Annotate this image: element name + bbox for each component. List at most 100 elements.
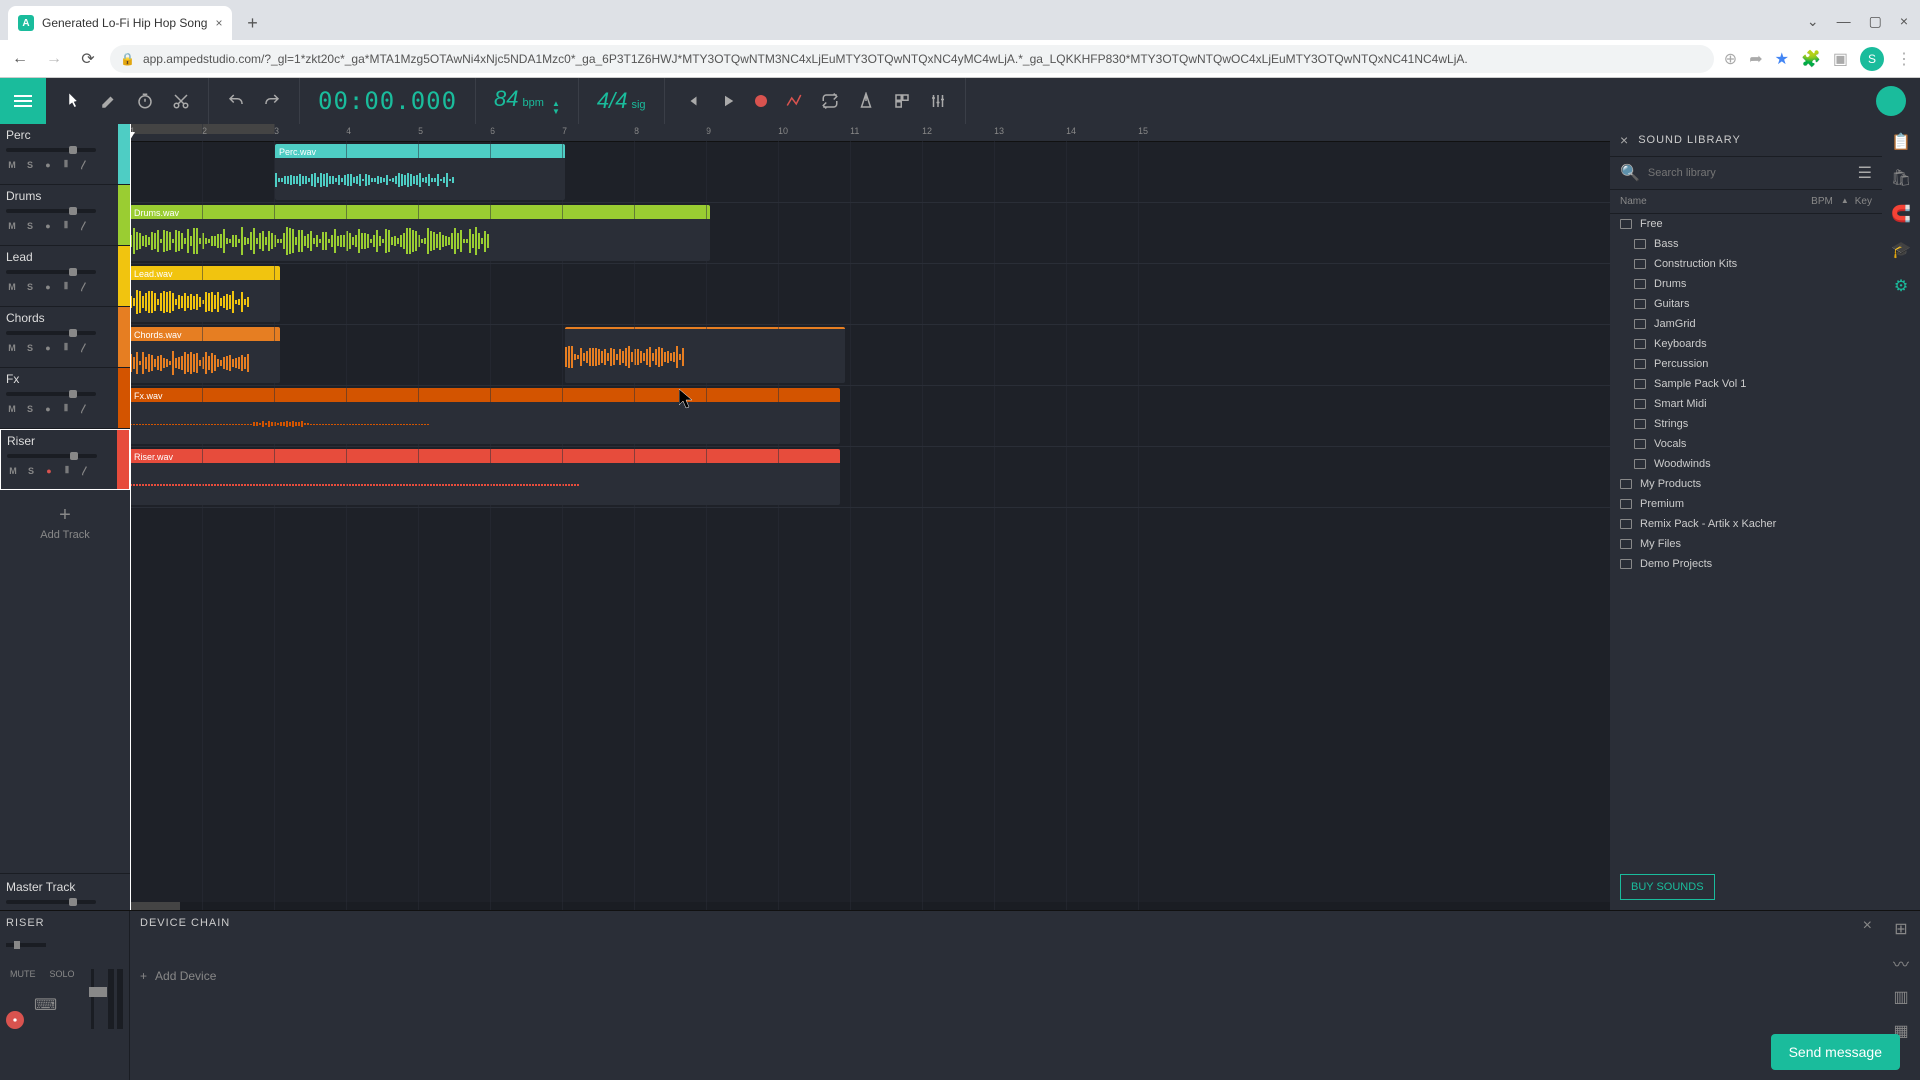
eq-icon[interactable]: ⦀ [60, 403, 72, 414]
automation-icon[interactable]: 〳 [78, 402, 90, 415]
track-header[interactable]: Riser M S ● ⦀ 〳 [0, 429, 130, 490]
arm-button[interactable]: ● [42, 160, 54, 170]
eq-icon[interactable]: ⦀ [60, 281, 72, 292]
bpm-control[interactable]: 84 bpm ▲▼ [494, 86, 560, 116]
audio-clip[interactable]: Perc.wav [275, 144, 565, 200]
mute-button[interactable]: M [6, 404, 18, 414]
redo-icon[interactable] [263, 92, 281, 110]
library-folder-item[interactable]: Bass [1610, 234, 1882, 254]
column-bpm[interactable]: BPM [1811, 196, 1833, 207]
waveform-view-icon[interactable]: 〰 [1891, 953, 1911, 973]
library-folder-item[interactable]: Keyboards [1610, 334, 1882, 354]
eq-icon[interactable]: ⦀ [60, 342, 72, 353]
library-folder-item[interactable]: Drums [1610, 274, 1882, 294]
track-lane[interactable]: Riser.wav [130, 447, 1610, 508]
eq-icon[interactable]: ⦀ [60, 220, 72, 231]
new-tab-button[interactable]: + [238, 9, 266, 37]
arm-button[interactable]: ● [42, 404, 54, 414]
time-signature-control[interactable]: 4/4 sig [597, 88, 646, 114]
library-folder-item[interactable]: Demo Projects [1610, 554, 1882, 574]
track-header[interactable]: Drums M S ● ⦀ 〳 [0, 185, 130, 246]
track-header[interactable]: Chords M S ● ⦀ 〳 [0, 307, 130, 368]
audio-clip[interactable]: Fx.wav [130, 388, 840, 444]
shop-icon[interactable]: 🛍 [1891, 168, 1911, 188]
audio-clip[interactable]: Drums.wav [130, 205, 710, 261]
mixer-icon[interactable] [929, 92, 947, 110]
library-folder-item[interactable]: Woodwinds [1610, 454, 1882, 474]
audio-clip[interactable]: Lead.wav [130, 266, 280, 322]
add-device-button[interactable]: + Add Device [140, 969, 1872, 983]
user-avatar[interactable] [1876, 86, 1906, 116]
grid-view-icon[interactable]: ⊞ [1891, 919, 1911, 939]
piano-icon[interactable]: ⌨ [34, 995, 57, 1029]
library-folder-item[interactable]: Strings [1610, 414, 1882, 434]
loop-icon[interactable] [821, 92, 839, 110]
minimize-icon[interactable]: — [1837, 13, 1851, 30]
timecode-display[interactable]: 00:00.000 [318, 87, 457, 115]
solo-button[interactable]: S [24, 282, 36, 292]
library-folder-item[interactable]: Percussion [1610, 354, 1882, 374]
solo-button[interactable]: S [24, 221, 36, 231]
extensions-icon[interactable]: 🧩 [1801, 49, 1821, 69]
column-key[interactable]: Key [1855, 196, 1872, 207]
buy-sounds-button[interactable]: BUY SOUNDS [1620, 874, 1715, 900]
track-volume-slider[interactable] [6, 270, 96, 274]
menu-dots-icon[interactable]: ⋮ [1896, 49, 1912, 69]
track-lane[interactable]: Fx.wav [130, 386, 1610, 447]
scrollbar-thumb[interactable] [130, 902, 180, 910]
pointer-tool-icon[interactable] [64, 92, 82, 110]
magnet-icon[interactable]: 🧲 [1891, 204, 1911, 224]
track-volume-slider[interactable] [6, 331, 96, 335]
bpm-stepper-icon[interactable]: ▲▼ [552, 100, 560, 116]
track-header[interactable]: Perc M S ● ⦀ 〳 [0, 124, 130, 185]
solo-button[interactable]: S [24, 160, 36, 170]
metronome-icon[interactable] [857, 92, 875, 110]
mute-button[interactable]: M [6, 343, 18, 353]
send-message-button[interactable]: Send message [1771, 1034, 1900, 1070]
arrangement-view[interactable]: 123456789101112131415 Perc.wavDrums.wavL… [130, 124, 1610, 910]
arm-button[interactable]: ● [43, 466, 55, 476]
close-window-icon[interactable]: × [1900, 13, 1908, 30]
solo-button[interactable]: S [24, 404, 36, 414]
arm-button[interactable]: ● [42, 221, 54, 231]
eq-icon[interactable]: ⦀ [60, 159, 72, 170]
add-track-button[interactable]: +Add Track [0, 490, 130, 555]
arm-button[interactable]: ● [42, 343, 54, 353]
solo-button[interactable]: S [25, 466, 37, 476]
address-bar[interactable]: 🔒 app.ampedstudio.com/?_gl=1*zkt20c*_ga*… [110, 45, 1714, 73]
automation-icon[interactable]: 〳 [79, 464, 91, 477]
track-lane[interactable]: Perc.wav [130, 142, 1610, 203]
pencil-tool-icon[interactable] [100, 92, 118, 110]
audio-clip[interactable]: Chords.wav [130, 327, 280, 383]
eq-icon[interactable]: ⦀ [61, 465, 73, 476]
track-volume-slider[interactable] [7, 454, 97, 458]
record-icon[interactable] [755, 95, 767, 107]
main-menu-button[interactable] [0, 78, 46, 124]
library-search-input[interactable] [1648, 167, 1850, 179]
mute-button[interactable]: M [7, 466, 19, 476]
library-folder-item[interactable]: Vocals [1610, 434, 1882, 454]
automation-icon[interactable] [785, 92, 803, 110]
track-lane[interactable]: Chords.wav [130, 325, 1610, 386]
mute-button[interactable]: M [6, 221, 18, 231]
countdown-icon[interactable] [893, 92, 911, 110]
column-name[interactable]: Name [1620, 196, 1811, 207]
audio-clip[interactable] [565, 327, 845, 383]
close-tab-icon[interactable]: × [215, 16, 222, 30]
playhead[interactable] [130, 124, 131, 910]
track-header[interactable]: Lead M S ● ⦀ 〳 [0, 246, 130, 307]
arm-record-button[interactable] [6, 1011, 24, 1029]
master-track-header[interactable]: Master Track [0, 873, 130, 910]
library-folder-item[interactable]: Construction Kits [1610, 254, 1882, 274]
automation-icon[interactable]: 〳 [78, 158, 90, 171]
arm-button[interactable]: ● [42, 282, 54, 292]
forward-icon[interactable]: → [42, 47, 66, 71]
master-volume-slider[interactable] [6, 900, 96, 904]
library-folder-item[interactable]: My Files [1610, 534, 1882, 554]
mute-button[interactable]: MUTE [6, 967, 40, 981]
chevron-down-icon[interactable]: ⌄ [1807, 13, 1819, 30]
library-folder-item[interactable]: Free [1610, 214, 1882, 234]
learn-icon[interactable]: 🎓 [1891, 240, 1911, 260]
timeline-ruler[interactable]: 123456789101112131415 [130, 124, 1610, 142]
back-icon[interactable]: ← [8, 47, 32, 71]
